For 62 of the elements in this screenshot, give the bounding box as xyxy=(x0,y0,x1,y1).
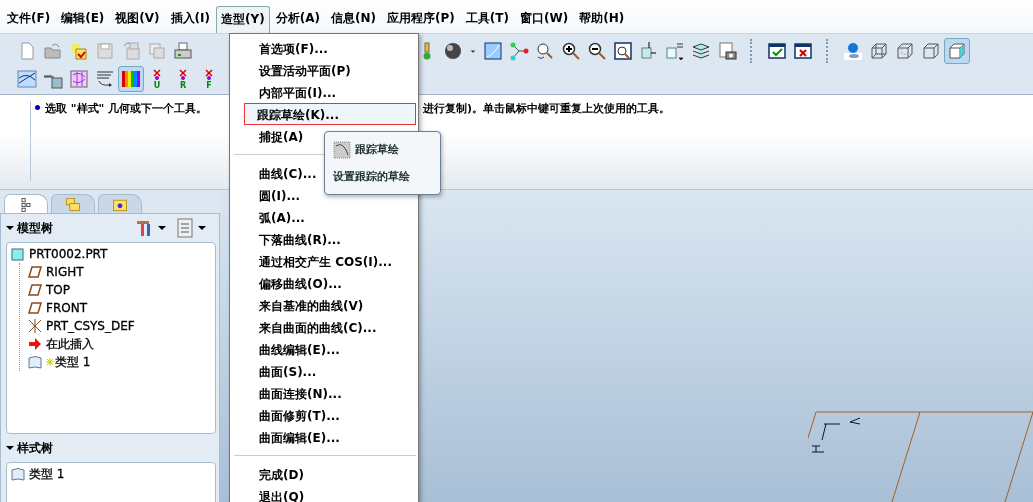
menu-item[interactable]: 下落曲线(R)... xyxy=(232,228,416,250)
menu-item[interactable]: 曲面连接(N)... xyxy=(232,382,416,404)
tree-item[interactable]: FRONT xyxy=(46,301,87,315)
plane-icon xyxy=(28,283,42,297)
collapse-caret-icon[interactable] xyxy=(6,444,14,452)
section-title: 样式树 xyxy=(17,439,53,457)
style-icon xyxy=(28,355,42,369)
sketch-icon xyxy=(333,140,351,159)
plane-icon xyxy=(28,265,42,279)
menu-item[interactable]: 窗口(W) xyxy=(514,5,574,33)
tree-item[interactable]: 在此插入 xyxy=(46,335,94,353)
tree-item[interactable]: PRT0002.PRT xyxy=(29,247,108,261)
shaded-cube-icon[interactable] xyxy=(944,38,970,64)
caret-icon[interactable] xyxy=(198,224,206,232)
panel-tab[interactable] xyxy=(4,194,48,214)
menu-item[interactable]: 曲线编辑(E)... xyxy=(232,338,416,360)
menu-item[interactable]: 跟踪草绘(K)... xyxy=(244,103,416,125)
status-message: 选取 "样式" 几何或下一个工具。 xyxy=(45,102,208,115)
style-icon xyxy=(11,467,25,481)
tree-item[interactable]: 类型 1 xyxy=(29,465,65,483)
rainbow-icon[interactable] xyxy=(118,66,144,92)
menu-item[interactable]: 偏移曲线(O)... xyxy=(232,272,416,294)
coordinate-system-icon xyxy=(28,319,42,333)
menu-item[interactable]: 曲面编辑(E)... xyxy=(232,426,416,448)
menu-item[interactable]: 弧(A)... xyxy=(232,206,416,228)
bullet-icon xyxy=(35,105,40,110)
asterisk-icon xyxy=(46,358,54,366)
menu-item[interactable]: 插入(I) xyxy=(165,5,216,33)
arrow-icon xyxy=(28,337,42,351)
menu-item[interactable]: 曲面(S)... xyxy=(232,360,416,382)
part-icon xyxy=(11,247,25,261)
plane-icon xyxy=(28,301,42,315)
menu-item[interactable]: 工具(T) xyxy=(460,5,514,33)
menu-item[interactable]: 首选项(F)... xyxy=(232,37,416,59)
section-title: 模型树 xyxy=(17,219,53,237)
menu-item[interactable]: 来自曲面的曲线(C)... xyxy=(232,316,416,338)
menu-item[interactable]: 内部平面(I)... xyxy=(232,81,416,103)
folders-icon xyxy=(65,196,81,213)
menu-item[interactable]: 帮助(H) xyxy=(574,5,630,33)
tree-item[interactable]: TOP xyxy=(46,283,70,297)
collapse-caret-icon[interactable] xyxy=(6,224,14,232)
menu-item[interactable]: 分析(A) xyxy=(270,5,325,33)
menu-item[interactable]: 设置活动平面(P) xyxy=(232,59,416,81)
caret-icon[interactable] xyxy=(158,224,166,232)
menu-item[interactable]: 应用程序(P) xyxy=(382,5,460,33)
menu-item[interactable]: 信息(N) xyxy=(326,5,381,33)
menu-item[interactable]: 造型(Y) xyxy=(216,6,270,33)
status-message: 进行复制)。单击鼠标中键可重复上次使用的工具。 xyxy=(423,101,671,116)
menu-item[interactable]: 跟踪草绘 xyxy=(333,136,432,163)
tree-icon xyxy=(18,196,34,213)
menu-item[interactable]: 来自基准的曲线(V) xyxy=(232,294,416,316)
tree-item[interactable]: RIGHT xyxy=(46,265,84,279)
menu-item[interactable]: 完成(D) xyxy=(232,463,416,485)
menu-item[interactable]: 编辑(E) xyxy=(56,5,110,33)
menu-item[interactable]: 视图(V) xyxy=(110,5,165,33)
tree-item[interactable]: PRT_CSYS_DEF xyxy=(46,319,135,333)
menu-item[interactable]: 设置跟踪的草绘 xyxy=(333,163,432,190)
menu-item[interactable]: 曲面修剪(T)... xyxy=(232,404,416,426)
tree-item[interactable]: 类型 1 xyxy=(55,353,91,371)
menu-item[interactable]: 通过相交产生 COS(I)... xyxy=(232,250,416,272)
menu-item[interactable]: 退出(Q) xyxy=(232,485,416,502)
menu-item[interactable]: 文件(F) xyxy=(2,5,56,33)
